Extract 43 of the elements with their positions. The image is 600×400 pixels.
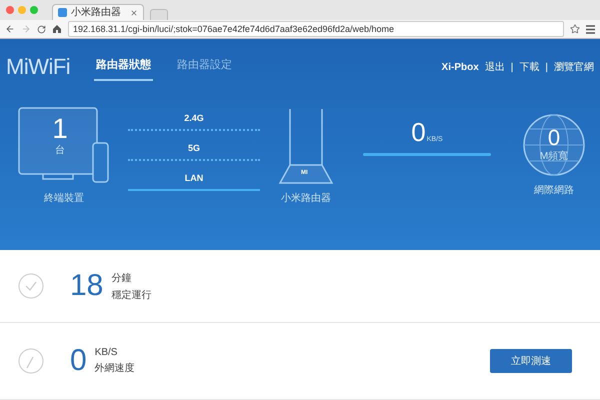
address-bar[interactable]: 192.168.31.1/cgi-bin/luci/;stok=076ae7e42fe74d6d7aaf3e62ed96fd2a/web/home — [68, 21, 564, 37]
connection-label: 2.4G — [183, 113, 205, 123]
star-icon[interactable] — [570, 24, 580, 34]
device-count: 1 — [52, 115, 68, 143]
check-icon — [18, 273, 44, 299]
header-link[interactable]: 瀏覽官網 — [554, 60, 594, 74]
globe-drawing — [522, 113, 586, 177]
browser-tab[interactable]: 小米路由器 — [52, 4, 144, 20]
internet-label: 網際網路 — [534, 184, 574, 197]
back-icon[interactable] — [5, 24, 15, 34]
window-minimize-dot[interactable] — [18, 6, 26, 14]
nav-tab[interactable]: 路由器設定 — [175, 53, 234, 81]
traffic-value: 0 — [411, 119, 426, 145]
header-link[interactable]: 退出 — [484, 60, 505, 74]
gauge-icon — [18, 348, 44, 374]
connection-label: 5G — [186, 143, 201, 153]
nav-tab[interactable]: 路由器狀態 — [94, 53, 153, 81]
reload-icon[interactable] — [37, 24, 46, 34]
stat-label: 穩定運行 — [111, 288, 152, 302]
speed-test-button[interactable]: 立即測速 — [490, 349, 572, 373]
separator: | — [510, 62, 514, 72]
device-label: 終端裝置 — [44, 192, 84, 205]
bandwidth-value: 0 — [548, 127, 560, 149]
close-icon[interactable] — [130, 8, 138, 16]
bandwidth-unit: M頻寬 — [540, 150, 568, 163]
user-name: Xi-Pbox — [442, 62, 479, 72]
stat-value: 0 — [70, 344, 87, 378]
tab-title: 小米路由器 — [71, 8, 122, 18]
connection-label: LAN — [184, 173, 204, 183]
stat-value: 18 — [70, 269, 104, 303]
device-unit: 台 — [55, 144, 65, 157]
stat-unit: 分鐘 — [111, 272, 132, 284]
home-icon[interactable] — [52, 24, 62, 34]
window-close-dot[interactable] — [6, 6, 14, 14]
router-label: 小米路由器 — [281, 192, 331, 205]
window-zoom-dot[interactable] — [30, 6, 38, 14]
page-icon — [58, 8, 67, 17]
stat-unit: KB/S — [94, 347, 118, 358]
logo: MiWiFi — [6, 54, 72, 80]
separator: | — [545, 62, 548, 72]
menu-icon[interactable] — [586, 24, 595, 34]
stat-label: 外網速度 — [94, 362, 135, 375]
header-link[interactable]: 下載 — [519, 60, 540, 74]
